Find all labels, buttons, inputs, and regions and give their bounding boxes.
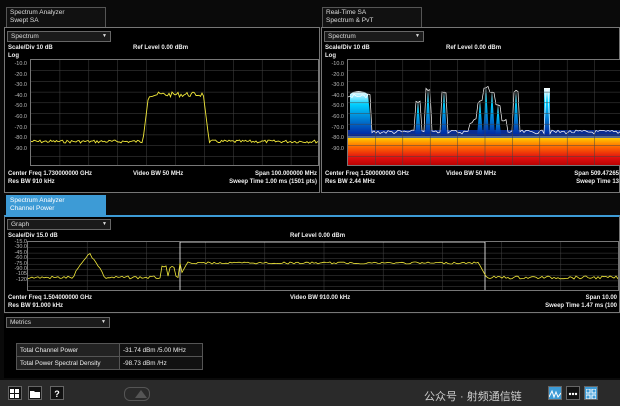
sweep-time: Sweep Time 13 bbox=[576, 179, 619, 185]
y-tick-label: -40.0 bbox=[14, 92, 27, 99]
metric-value: -31.74 dBm /5.00 MHz bbox=[119, 343, 203, 357]
y-tick-label: -80.0 bbox=[14, 135, 27, 142]
real-time-sa-panel: Spectrum ▼ Scale/Div 10 dB Ref Level 0.0… bbox=[321, 27, 620, 193]
tab-title: Real-Time SA bbox=[326, 9, 367, 16]
noise-floor-density bbox=[348, 136, 620, 165]
center-freq: Center Freq 1.500000000 GHz bbox=[325, 171, 410, 177]
y-tick-label: -50.0 bbox=[14, 103, 27, 110]
tab-channel-power[interactable]: Spectrum Analyzer Channel Power bbox=[6, 195, 106, 215]
metric-label: Total Channel Power bbox=[16, 343, 120, 357]
y-tick-label: -90.0 bbox=[331, 145, 344, 152]
sweep-time: Sweep Time 1.47 ms (100 bbox=[545, 303, 617, 309]
ref-level: Ref Level 0.00 dBm bbox=[446, 45, 502, 51]
view-select[interactable]: Spectrum ▼ bbox=[7, 31, 111, 42]
grid-icon bbox=[585, 388, 597, 400]
res-bw: Res BW 2.44 MHz bbox=[325, 179, 376, 185]
scale-div: Scale/Div 10 dB bbox=[325, 45, 370, 51]
ref-level: Ref Level 0.00 dBm bbox=[290, 233, 346, 239]
metric-label: Total Power Spectral Density bbox=[16, 356, 120, 370]
tab-subtitle: Channel Power bbox=[10, 205, 55, 212]
signal-density bbox=[489, 90, 495, 136]
ref-level: Ref Level 0.00 dBm bbox=[133, 45, 189, 51]
help-button[interactable]: ? bbox=[50, 386, 64, 400]
sweep-time: Sweep Time 1.00 ms (1501 pts) bbox=[229, 179, 317, 185]
swept-sa-panel: Spectrum ▼ Scale/Div 10 dB Ref Level 0.0… bbox=[4, 27, 320, 193]
tab-subtitle: Spectrum & PvT bbox=[326, 17, 374, 24]
dots-icon bbox=[568, 392, 578, 396]
video-bw: Video BW 50 MHz bbox=[446, 171, 497, 177]
y-tick-label: -40.0 bbox=[331, 92, 344, 99]
windows-start-button[interactable] bbox=[8, 386, 22, 400]
channel-power-plot bbox=[28, 242, 618, 290]
span: Span 10.00 bbox=[585, 295, 617, 301]
waveform-icon bbox=[548, 389, 562, 399]
watermark: 公众号 · 射频通信链 bbox=[424, 391, 522, 403]
span: Span 100.000000 MHz bbox=[254, 171, 317, 177]
metrics-panel: Metrics ▼ Total Channel Power -31.74 dBm… bbox=[4, 314, 620, 378]
chevron-down-icon: ▼ bbox=[102, 221, 107, 227]
table-row: Total Channel Power -31.74 dBm /5.00 MHz bbox=[16, 343, 203, 357]
y-tick-label: -20.0 bbox=[331, 71, 344, 78]
keypad-toggle[interactable] bbox=[124, 387, 150, 401]
density-spectrum-area[interactable] bbox=[347, 59, 620, 166]
table-row: Total Power Spectral Density -98.73 dBm … bbox=[16, 356, 203, 370]
tab-subtitle: Swept SA bbox=[10, 17, 39, 24]
y-tick-label: -20.0 bbox=[14, 71, 27, 78]
video-bw: Video BW 910.00 kHz bbox=[290, 295, 351, 301]
tab-title: Spectrum Analyzer bbox=[10, 9, 65, 16]
menu-button[interactable] bbox=[566, 386, 580, 400]
swept-spectrum-plot bbox=[31, 60, 318, 165]
chevron-down-icon: ▼ bbox=[102, 33, 107, 39]
trace-line bbox=[31, 91, 318, 144]
y-tick-label: -30.0 bbox=[331, 82, 344, 89]
view-select[interactable]: Graph ▼ bbox=[7, 219, 111, 230]
chevron-down-icon: ▼ bbox=[101, 319, 106, 325]
windows-icon bbox=[10, 389, 19, 398]
y-tick-label: -10.0 bbox=[331, 61, 344, 67]
channel-power-trace-area[interactable] bbox=[27, 241, 619, 291]
y-tick-label: -70.0 bbox=[14, 124, 27, 131]
y-tick-label: -50.0 bbox=[331, 103, 344, 110]
res-bw: Res BW 91.000 kHz bbox=[8, 303, 64, 309]
center-freq: Center Freq 1.504000000 GHz bbox=[8, 295, 93, 301]
center-freq: Center Freq 1.730000000 GHz bbox=[8, 171, 93, 177]
y-tick-label: -120 bbox=[15, 276, 27, 283]
metrics-table: Total Channel Power -31.74 dBm /5.00 MHz… bbox=[16, 343, 203, 370]
log-label: Log bbox=[325, 53, 336, 59]
multi-window-button[interactable] bbox=[584, 386, 598, 400]
video-bw: Video BW 50 MHz bbox=[133, 171, 184, 177]
channel-power-panel: Graph ▼ Scale/Div 15.0 dB Ref Level 0.00… bbox=[4, 215, 620, 313]
file-explorer-button[interactable] bbox=[28, 386, 42, 400]
spectrum-trace-area[interactable] bbox=[30, 59, 319, 166]
signal-density bbox=[483, 86, 489, 136]
channel-bandwidth-marker bbox=[179, 242, 486, 290]
view-select-value: Graph bbox=[11, 221, 30, 228]
log-label: Log bbox=[8, 53, 19, 59]
realtime-density-plot bbox=[348, 60, 620, 165]
scale-div: Scale/Div 10 dB bbox=[8, 45, 53, 51]
view-select[interactable]: Spectrum ▼ bbox=[324, 31, 424, 42]
y-tick-label: -80.0 bbox=[331, 135, 344, 142]
span: Span 509.47265 bbox=[574, 171, 619, 177]
y-tick-label: -90.0 bbox=[14, 145, 27, 152]
view-select-value: Spectrum bbox=[328, 33, 356, 40]
y-tick-label: -60.0 bbox=[14, 114, 27, 120]
triangle-icon bbox=[135, 390, 147, 398]
res-bw: Res BW 910 kHz bbox=[8, 179, 55, 185]
y-tick-label: -60.0 bbox=[331, 114, 344, 120]
y-tick-label: -70.0 bbox=[331, 124, 344, 131]
y-tick-label: -30.0 bbox=[14, 82, 27, 89]
y-tick-label: -10.0 bbox=[14, 61, 27, 67]
trace-view-button[interactable] bbox=[548, 386, 562, 400]
metric-value: -98.73 dBm /Hz bbox=[119, 356, 203, 370]
view-select-value: Spectrum bbox=[11, 33, 39, 40]
tab-real-time-sa[interactable]: Real-Time SA Spectrum & PvT bbox=[322, 7, 422, 27]
metrics-select[interactable]: Metrics ▼ bbox=[6, 317, 110, 328]
tab-title: Spectrum Analyzer bbox=[10, 197, 65, 204]
folder-icon bbox=[30, 391, 40, 398]
chevron-down-icon: ▼ bbox=[415, 33, 420, 39]
metrics-select-value: Metrics bbox=[10, 319, 31, 326]
taskbar: ? 公众号 · 射频通信链 bbox=[0, 380, 620, 406]
tab-swept-sa[interactable]: Spectrum Analyzer Swept SA bbox=[6, 7, 106, 27]
